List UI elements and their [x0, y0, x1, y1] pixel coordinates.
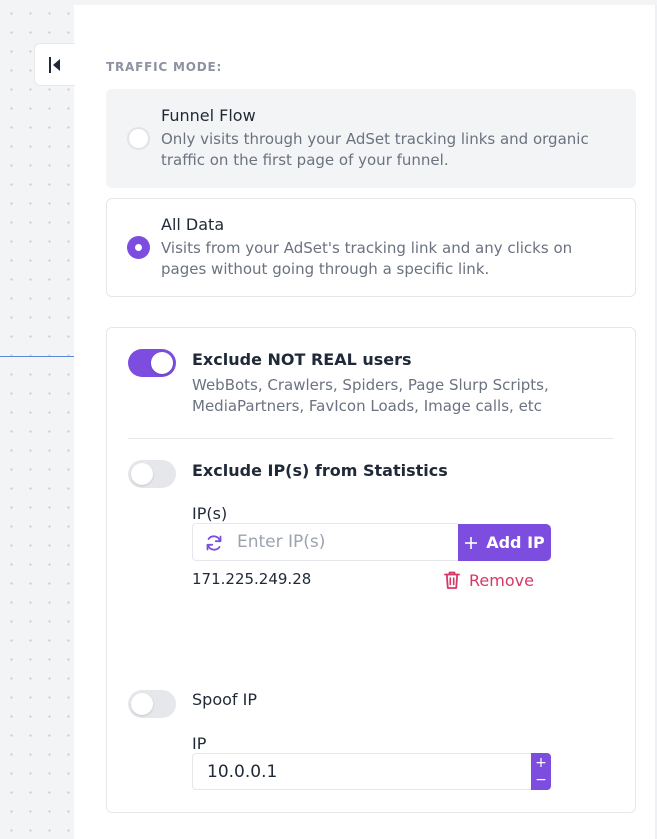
- traffic-mode-all-data[interactable]: All Data Visits from your AdSet's tracki…: [106, 198, 636, 297]
- workflow-canvas: [0, 0, 74, 839]
- excluded-ip-value: 171.225.249.28: [192, 570, 312, 588]
- panel-top-strip: [74, 0, 657, 5]
- spoof-ip-input[interactable]: [207, 754, 507, 789]
- spoof-ip-field-label: IP: [192, 734, 207, 753]
- ip-input-group: [192, 523, 458, 561]
- canvas-connector-line: [0, 356, 74, 357]
- add-ip-button[interactable]: Add IP: [458, 524, 551, 561]
- increment-button[interactable]: +: [535, 755, 547, 772]
- collapse-panel-button[interactable]: [34, 43, 75, 86]
- decrement-button[interactable]: −: [535, 772, 547, 789]
- traffic-mode-funnel-flow[interactable]: Funnel Flow Only visits through your AdS…: [106, 89, 636, 188]
- funnel-flow-description: Only visits through your AdSet tracking …: [161, 130, 589, 169]
- exclude-ips-title: Exclude IP(s) from Statistics: [192, 461, 448, 480]
- ip-input[interactable]: [237, 524, 455, 560]
- add-ip-label: Add IP: [486, 533, 545, 552]
- remove-ip-button[interactable]: Remove: [443, 568, 534, 592]
- spoof-ip-input-group: [192, 753, 532, 790]
- exclude-bots-description: WebBots, Crawlers, Spiders, Page Slurp S…: [192, 376, 549, 415]
- exclude-bots-toggle[interactable]: [128, 349, 176, 377]
- filter-settings-card: Exclude NOT REAL users WebBots, Crawlers…: [106, 327, 636, 813]
- funnel-flow-radio[interactable]: [127, 127, 150, 150]
- all-data-description: Visits from your AdSet's tracking link a…: [161, 239, 573, 278]
- trash-icon: [444, 571, 460, 589]
- spoof-ip-title: Spoof IP: [192, 690, 257, 709]
- exclude-bots-title: Exclude NOT REAL users: [192, 350, 412, 369]
- toggle-knob: [131, 463, 153, 485]
- ips-field-label: IP(s): [192, 504, 228, 523]
- toggle-knob: [151, 352, 173, 374]
- remove-label: Remove: [469, 570, 534, 590]
- all-data-title: All Data: [161, 215, 225, 234]
- refresh-icon[interactable]: [204, 533, 224, 553]
- spoof-ip-toggle[interactable]: [128, 690, 176, 718]
- toggle-knob: [131, 693, 153, 715]
- plus-icon: [465, 536, 478, 549]
- exclude-ips-toggle[interactable]: [128, 460, 176, 488]
- collapse-left-icon: [49, 56, 60, 73]
- all-data-radio[interactable]: [127, 236, 150, 259]
- funnel-flow-title: Funnel Flow: [161, 106, 256, 125]
- section-divider: [128, 438, 614, 439]
- traffic-mode-label: TRAFFIC MODE:: [106, 60, 223, 74]
- spoof-ip-stepper: + −: [531, 753, 551, 790]
